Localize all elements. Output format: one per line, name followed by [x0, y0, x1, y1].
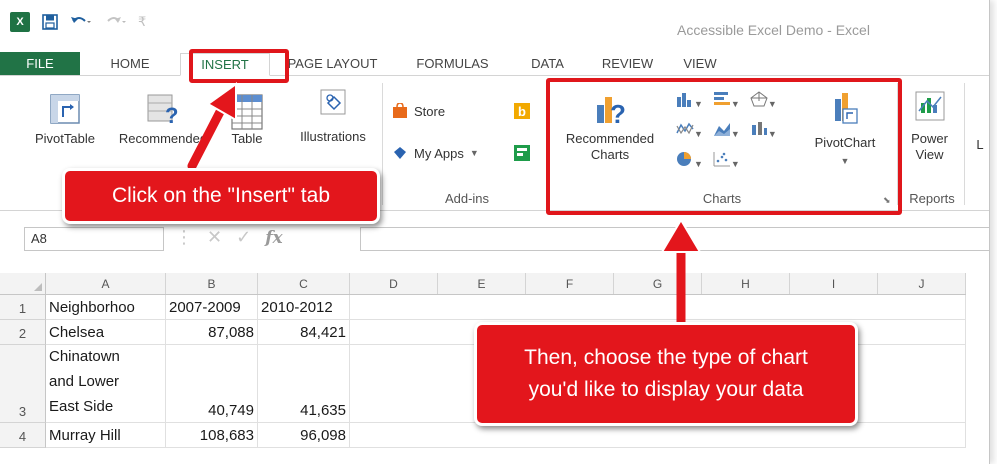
cell-c3[interactable]: 41,635	[258, 345, 350, 423]
customize-qat-icon[interactable]: ₹	[138, 14, 146, 30]
enter-icon[interactable]: ✓	[236, 227, 251, 248]
row-header[interactable]: 4	[0, 423, 46, 448]
window-title: Accessible Excel Demo - Excel	[677, 22, 870, 38]
cancel-icon[interactable]: ✕	[207, 227, 222, 248]
illustrations-button[interactable]: Illustrations	[285, 89, 381, 145]
tab-data[interactable]: DATA	[510, 52, 585, 75]
recommended-pivottables-icon: ?	[147, 94, 178, 125]
column-header[interactable]: I	[790, 273, 878, 294]
cell-b1[interactable]: 2007-2009	[166, 295, 258, 320]
cell-a3-line1: Chinatown	[49, 348, 120, 365]
ribbon-tabs: FILE HOME INSERT PAGE LAYOUT FORMULAS DA…	[0, 52, 989, 76]
cell-b2[interactable]: 87,088	[166, 320, 258, 345]
callout-choose-chart-line2: you'd like to display your data	[528, 378, 804, 401]
callout-choose-chart-line1: Then, choose the type of chart	[524, 346, 808, 369]
power-view-button[interactable]: Power View	[902, 91, 957, 163]
ribbon-separator	[382, 83, 383, 205]
tab-formulas[interactable]: FORMULAS	[395, 52, 510, 75]
cell-a3-line3: East Side	[49, 398, 114, 415]
insert-tab-highlight	[189, 49, 289, 83]
row-header[interactable]: 1	[0, 295, 46, 320]
column-header[interactable]: J	[878, 273, 966, 294]
save-icon[interactable]	[42, 14, 58, 30]
formula-bar: A8 ⋮ ✕ ✓ fx	[0, 224, 990, 254]
name-box[interactable]: A8	[24, 227, 164, 251]
power-view-label-line1: Power	[911, 131, 948, 146]
svg-text:?: ?	[165, 103, 178, 125]
tab-file[interactable]: FILE	[0, 52, 80, 75]
empty-cells[interactable]	[350, 423, 966, 448]
my-apps-button[interactable]: My Apps ▼	[392, 145, 479, 161]
callout-click-insert: Click on the "Insert" tab	[62, 168, 380, 224]
cell-b4[interactable]: 108,683	[166, 423, 258, 448]
column-header[interactable]: A	[46, 273, 166, 294]
bing-maps-button[interactable]: b	[514, 103, 530, 119]
excel-window: X ₹ Accessible Excel Demo - Excel FILE H…	[0, 0, 990, 464]
partial-ribbon-button[interactable]: L	[972, 137, 988, 153]
cell-c4[interactable]: 96,098	[258, 423, 350, 448]
cell-c2[interactable]: 84,421	[258, 320, 350, 345]
undo-icon[interactable]	[70, 15, 92, 29]
column-headers: A B C D E F G H I J	[0, 273, 966, 295]
formula-bar-buttons: ⋮ ✕ ✓ fx	[175, 227, 283, 248]
illustrations-icon	[320, 89, 346, 115]
charts-group-highlight	[546, 78, 902, 215]
arrow-to-insert-icon	[187, 82, 237, 171]
excel-logo-icon: X	[10, 12, 30, 32]
column-header[interactable]: E	[438, 273, 526, 294]
tab-home[interactable]: HOME	[80, 52, 180, 75]
column-header[interactable]: B	[166, 273, 258, 294]
power-view-label-line2: View	[915, 147, 944, 162]
store-icon	[393, 103, 407, 118]
people-graph-button[interactable]	[514, 145, 530, 161]
cell-a1[interactable]: Neighborhoo	[46, 295, 166, 320]
insert-function-icon[interactable]: fx	[265, 228, 282, 248]
cell-a3[interactable]: Chinatown and Lower East Side	[46, 345, 166, 423]
quick-access-toolbar: X ₹	[10, 12, 146, 32]
row-header[interactable]: 2	[0, 320, 46, 345]
chevron-down-icon: ▼	[469, 148, 479, 158]
column-header[interactable]: F	[526, 273, 614, 294]
title-bar: X ₹ Accessible Excel Demo - Excel	[0, 0, 989, 52]
column-header[interactable]: C	[258, 273, 350, 294]
my-apps-label: My Apps	[414, 145, 464, 161]
cell-a4[interactable]: Murray Hill	[46, 423, 166, 448]
cell-c1[interactable]: 2010-2012	[258, 295, 350, 320]
column-header[interactable]: D	[350, 273, 438, 294]
addins-group-label: Add-ins	[444, 191, 490, 206]
column-header[interactable]: H	[702, 273, 790, 294]
ribbon-separator	[964, 83, 965, 205]
table-row: 4 Murray Hill 108,683 96,098	[0, 423, 966, 448]
cell-a3-line2: and Lower	[49, 373, 120, 390]
reports-group-label: Reports	[909, 191, 955, 206]
pivottable-label: PivotTable	[35, 131, 95, 146]
people-graph-icon	[514, 145, 530, 161]
row-header[interactable]: 3	[0, 345, 46, 423]
tab-review[interactable]: REVIEW	[585, 52, 670, 75]
store-label: Store	[414, 103, 446, 119]
callout-click-insert-text: Click on the "Insert" tab	[111, 184, 330, 207]
power-view-icon	[915, 91, 944, 121]
cell-a2[interactable]: Chelsea	[46, 320, 166, 345]
pivottable-button[interactable]: PivotTable	[20, 93, 110, 147]
my-apps-icon	[394, 147, 406, 159]
svg-text:b: b	[518, 104, 526, 119]
select-all-button[interactable]	[0, 273, 46, 294]
callout-choose-chart: Then, choose the type of chart you'd lik…	[474, 322, 858, 426]
store-button[interactable]: Store	[392, 103, 445, 119]
illustrations-label: Illustrations	[300, 129, 366, 144]
redo-icon[interactable]	[104, 15, 126, 29]
more-options-icon[interactable]: ⋮	[175, 227, 193, 248]
arrow-to-charts-icon	[660, 218, 702, 327]
cell-b3[interactable]: 40,749	[166, 345, 258, 423]
pivottable-icon	[50, 94, 80, 124]
tab-view[interactable]: VIEW	[670, 52, 730, 75]
bing-icon: b	[514, 103, 530, 119]
table-row: 1 Neighborhoo 2007-2009 2010-2012	[0, 295, 966, 320]
